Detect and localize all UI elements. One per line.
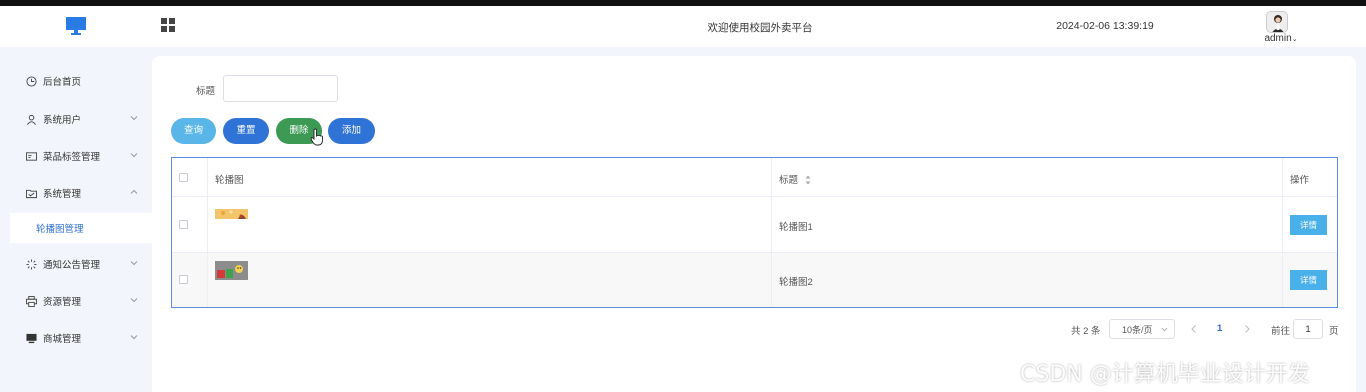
column-divider bbox=[1282, 158, 1283, 307]
chevron-down-icon bbox=[130, 298, 138, 303]
sidebar-item-label: 后台首页 bbox=[43, 77, 82, 88]
next-page-icon[interactable] bbox=[1241, 322, 1253, 336]
food-image-icon bbox=[215, 207, 248, 226]
chevron-down-icon bbox=[1161, 327, 1168, 332]
column-header-title-label: 标题 bbox=[779, 175, 799, 186]
chevron-down-icon bbox=[130, 261, 138, 266]
sidebar-item-mall[interactable]: 商城管理 bbox=[0, 320, 152, 356]
chevron-down-icon bbox=[130, 153, 138, 158]
table-row: 轮播图1 详情 bbox=[172, 197, 1337, 253]
username: admin bbox=[1264, 33, 1292, 44]
carousel-thumbnail[interactable] bbox=[215, 207, 248, 226]
sidebar-subitem-label: 轮播图管理 bbox=[36, 224, 84, 235]
id-card-icon bbox=[26, 151, 37, 161]
hand-cursor-icon bbox=[310, 128, 323, 146]
table-row: 轮播图2 详情 bbox=[172, 253, 1337, 307]
top-header: 欢迎使用校园外卖平台 2024-02-06 13:39:19 admin⌄ bbox=[0, 6, 1366, 47]
sidebar-item-notices[interactable]: 通知公告管理 bbox=[0, 246, 152, 282]
avatar-person-icon bbox=[1267, 12, 1287, 32]
monitor-icon bbox=[26, 333, 37, 343]
current-datetime: 2024-02-06 13:39:19 bbox=[1056, 20, 1154, 32]
folder-icon bbox=[26, 189, 37, 198]
table-header-row: 轮播图 标题 操作 bbox=[172, 158, 1337, 197]
page-suffix-label: 页 bbox=[1329, 326, 1339, 337]
detail-button[interactable]: 详情 bbox=[1290, 215, 1327, 235]
watermark: CSDN @计算机毕业设计开发 bbox=[1020, 362, 1310, 387]
monitor-logo-icon[interactable] bbox=[66, 17, 86, 35]
query-button[interactable]: 查询 bbox=[171, 118, 216, 144]
column-divider bbox=[771, 158, 772, 307]
page-size-value: 10条/页 bbox=[1122, 324, 1153, 335]
loading-icon bbox=[26, 258, 37, 270]
carousel-thumbnail[interactable] bbox=[215, 261, 248, 280]
pagination-total: 共 2 条 bbox=[1071, 326, 1101, 337]
prev-page-icon[interactable] bbox=[1188, 322, 1200, 336]
row-checkbox[interactable] bbox=[179, 275, 188, 284]
printer-icon bbox=[26, 295, 37, 307]
chevron-down-icon: ⌄ bbox=[1291, 36, 1298, 43]
row-checkbox[interactable] bbox=[179, 220, 188, 229]
food-image-icon bbox=[215, 261, 248, 280]
sidebar-item-label: 系统用户 bbox=[43, 115, 82, 126]
chevron-down-icon bbox=[130, 116, 138, 121]
chevron-up-icon bbox=[130, 189, 138, 194]
sidebar-item-label: 商城管理 bbox=[43, 334, 82, 345]
page-number-current[interactable]: 1 bbox=[1217, 323, 1222, 343]
main-panel: 标题 查询 重置 删除 添加 轮播图 标题 操作 轮播图1 详情 轮播图2 详情… bbox=[152, 56, 1356, 392]
goto-page-input[interactable] bbox=[1293, 319, 1323, 339]
reset-button[interactable]: 重置 bbox=[223, 118, 269, 144]
sidebar-item-label: 资源管理 bbox=[43, 297, 82, 308]
sidebar-subitem-carousel[interactable]: 轮播图管理 bbox=[10, 213, 152, 243]
row-title: 轮播图2 bbox=[779, 277, 813, 288]
sidebar-item-resources[interactable]: 资源管理 bbox=[0, 283, 152, 319]
sidebar-item-system-management[interactable]: 系统管理 bbox=[0, 175, 152, 211]
clock-icon bbox=[26, 75, 37, 87]
app-title: 欢迎使用校园外卖平台 bbox=[707, 22, 813, 34]
add-button[interactable]: 添加 bbox=[328, 118, 375, 144]
chevron-down-icon bbox=[130, 335, 138, 340]
sidebar-item-label: 系统管理 bbox=[43, 189, 82, 200]
sidebar-item-system-users[interactable]: 系统用户 bbox=[0, 101, 152, 137]
user-menu[interactable]: admin⌄ bbox=[1256, 33, 1306, 44]
select-all-checkbox[interactable] bbox=[179, 173, 188, 182]
user-icon bbox=[27, 114, 36, 125]
apps-grid-icon[interactable] bbox=[161, 18, 175, 32]
column-header-actions: 操作 bbox=[1290, 175, 1310, 186]
search-title-label: 标题 bbox=[196, 86, 216, 97]
detail-button[interactable]: 详情 bbox=[1290, 270, 1327, 290]
avatar[interactable] bbox=[1266, 11, 1288, 33]
search-title-input[interactable] bbox=[223, 75, 338, 102]
column-divider bbox=[207, 158, 208, 307]
column-header-image: 轮播图 bbox=[215, 175, 244, 186]
sidebar-item-dish-tags[interactable]: 菜品标签管理 bbox=[0, 138, 152, 174]
carousel-table: 轮播图 标题 操作 轮播图1 详情 轮播图2 详情 bbox=[171, 157, 1338, 308]
page-size-select[interactable]: 10条/页 bbox=[1109, 319, 1175, 339]
sidebar-item-label: 通知公告管理 bbox=[43, 260, 101, 271]
column-header-title[interactable]: 标题 bbox=[779, 172, 811, 186]
goto-label: 前往 bbox=[1271, 326, 1291, 337]
sort-icon[interactable] bbox=[805, 175, 811, 185]
row-title: 轮播图1 bbox=[779, 222, 813, 233]
sidebar-item-home[interactable]: 后台首页 bbox=[0, 63, 152, 99]
sidebar: 后台首页 系统用户 菜品标签管理 系统管理 轮播图管理 通知公告管理 资源管理 … bbox=[0, 47, 152, 392]
sidebar-item-label: 菜品标签管理 bbox=[43, 152, 101, 163]
